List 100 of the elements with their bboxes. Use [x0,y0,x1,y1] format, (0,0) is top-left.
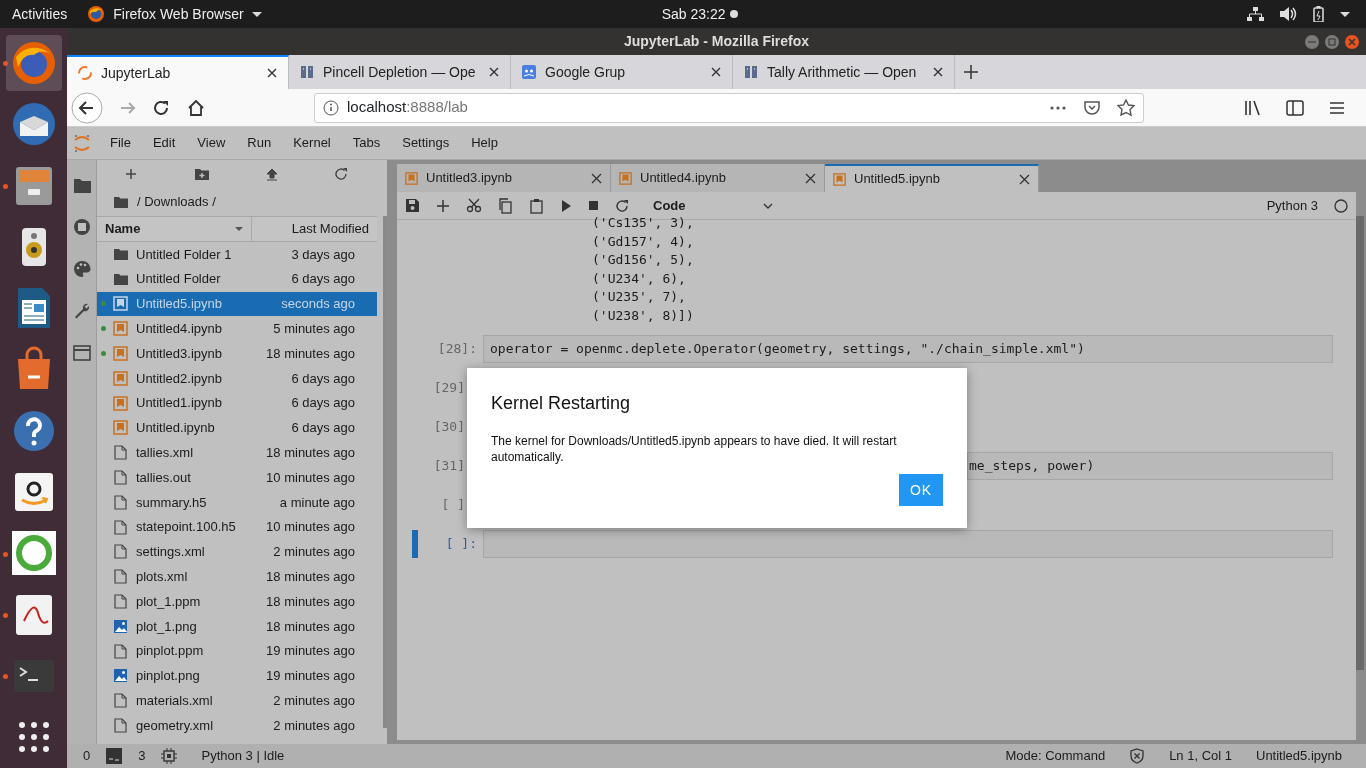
file-row[interactable]: Untitled Folder 6 days ago [97,266,377,292]
more-icon[interactable] [1049,104,1067,111]
menu-item[interactable]: Kernel [282,133,342,153]
network-icon[interactable] [1247,7,1264,21]
close-icon[interactable] [1019,173,1030,185]
menu-item[interactable]: Edit [141,133,187,153]
reload-icon[interactable] [153,98,171,117]
back-icon[interactable] [71,91,103,124]
file-row[interactable]: statepoint.100.h5 10 minutes ago [97,514,377,540]
copy-icon[interactable] [498,197,513,214]
plus-icon[interactable] [436,198,450,213]
file-row[interactable]: Untitled3.ipynb 18 minutes ago [97,341,377,366]
stop-circle-icon[interactable] [72,218,91,236]
notebook-tab[interactable]: Untitled3.ipynb [397,164,611,192]
caret-icon[interactable] [1340,11,1350,17]
scrollbar[interactable] [1356,216,1364,670]
file-row[interactable]: plot_1.ppm 18 minutes ago [97,589,377,614]
code-input[interactable]: operator = openmc.deplete.Operator(geometry, settings, "./chain_simple.xml") [483,334,1333,363]
refresh-icon[interactable] [334,167,349,181]
code-input[interactable]: me_steps, power) [967,451,1333,480]
activities-button[interactable]: Activities [0,3,80,25]
file-row[interactable]: tallies.xml 18 minutes ago [97,440,377,466]
pocket-icon[interactable] [1083,98,1101,117]
sort-caret-icon[interactable] [235,227,243,231]
file-row[interactable]: summary.h5 a minute ago [97,489,377,515]
cursor-position[interactable]: Ln 1, Col 1 [1169,746,1232,766]
breadcrumb-link[interactable]: / Downloads / [137,192,216,212]
clipboard-icon[interactable] [529,197,544,214]
battery-icon[interactable] [1313,6,1324,22]
star-icon[interactable] [1117,98,1135,117]
close-icon[interactable] [805,172,816,184]
close-icon[interactable] [710,66,722,78]
file-row[interactable]: Untitled1.ipynb 6 days ago [97,390,377,416]
file-name: Untitled3.ipynb [136,344,223,363]
cell-type-dropdown[interactable]: Code [653,195,773,216]
file-row[interactable]: geometry.xml 2 minutes ago [97,713,377,738]
app-menu[interactable]: Firefox Web Browser [87,3,262,25]
scrollbar[interactable] [383,216,387,728]
notebook-tab[interactable]: Untitled5.ipynb [825,164,1039,192]
close-icon[interactable] [266,67,278,79]
kernel-name[interactable]: Python 3 [1266,195,1318,216]
play-icon[interactable] [560,198,572,213]
close-icon[interactable] [591,172,602,184]
menu-item[interactable]: View [186,133,237,153]
address-field[interactable]: localhost:8888/lab [314,92,1144,123]
clock-area[interactable]: Sab 23:22 [661,3,738,25]
file-icon [113,544,128,560]
file-row[interactable]: Untitled5.ipynb seconds ago [97,291,377,317]
book-icon [299,64,315,80]
close-icon[interactable] [932,66,944,78]
column-header[interactable]: Last Modified [252,217,377,241]
palette-icon[interactable] [72,260,91,278]
file-row[interactable]: pinplot.png 19 minutes ago [97,663,377,689]
folder-icon[interactable] [113,195,129,209]
stop-icon[interactable] [588,200,599,211]
volume-icon[interactable] [1280,6,1297,22]
file-row[interactable]: plots.xml 18 minutes ago [97,564,377,590]
folder-icon[interactable] [72,176,91,194]
chip-icon[interactable] [161,748,178,764]
terminal-icon[interactable] [106,748,123,764]
shield-icon[interactable] [1129,748,1146,764]
menu-item[interactable]: Help [460,133,509,153]
sidebar-icon[interactable] [1286,98,1304,117]
info-icon[interactable] [323,99,339,116]
menu-item[interactable]: File [99,133,142,153]
file-name: Untitled.ipynb [136,419,216,438]
save-icon[interactable] [405,198,420,213]
plus-icon[interactable] [963,64,979,80]
menu-item[interactable]: Tabs [341,133,392,153]
file-row[interactable]: Untitled2.ipynb 6 days ago [97,366,377,391]
restart-icon[interactable] [615,198,629,213]
file-row[interactable]: tallies.out 10 minutes ago [97,465,377,490]
new-folder-icon[interactable] [193,167,210,181]
cell-prompt: [ ] [440,495,466,514]
menu-item[interactable]: Run [236,133,283,153]
file-row[interactable]: pinplot.ppm 19 minutes ago [97,638,377,664]
column-header[interactable]: Name [97,217,252,241]
file-row[interactable]: Untitled.ipynb 6 days ago [97,415,377,441]
dock-item[interactable] [5,34,62,91]
upload-icon[interactable] [266,167,279,181]
library-icon[interactable] [1244,98,1262,117]
scissors-icon[interactable] [466,198,482,213]
file-row[interactable]: materials.xml 2 minutes ago [97,688,377,714]
file-row[interactable]: Untitled4.ipynb 5 minutes ago [97,316,377,342]
fox-globe-icon [87,5,106,23]
file-row[interactable]: plot_1.png 18 minutes ago [97,613,377,639]
file-row[interactable]: Untitled Folder 1 3 days ago [97,242,377,267]
notebook-tab[interactable]: Untitled4.ipynb [611,164,825,192]
code-input[interactable] [483,529,1333,558]
menu-item[interactable]: Settings [391,133,461,153]
browser-tab[interactable]: JupyterLab [67,55,289,89]
url-host: localhost [347,97,407,118]
minimize-icon[interactable] [1304,34,1320,50]
window-icon[interactable] [72,344,91,362]
home-icon[interactable] [187,98,205,117]
modified-time: 19 minutes ago [266,642,355,661]
close-icon[interactable] [488,66,500,78]
file-row[interactable]: settings.xml 2 minutes ago [97,539,377,565]
plus-icon[interactable] [125,168,138,180]
maximize-icon[interactable] [1324,34,1340,50]
